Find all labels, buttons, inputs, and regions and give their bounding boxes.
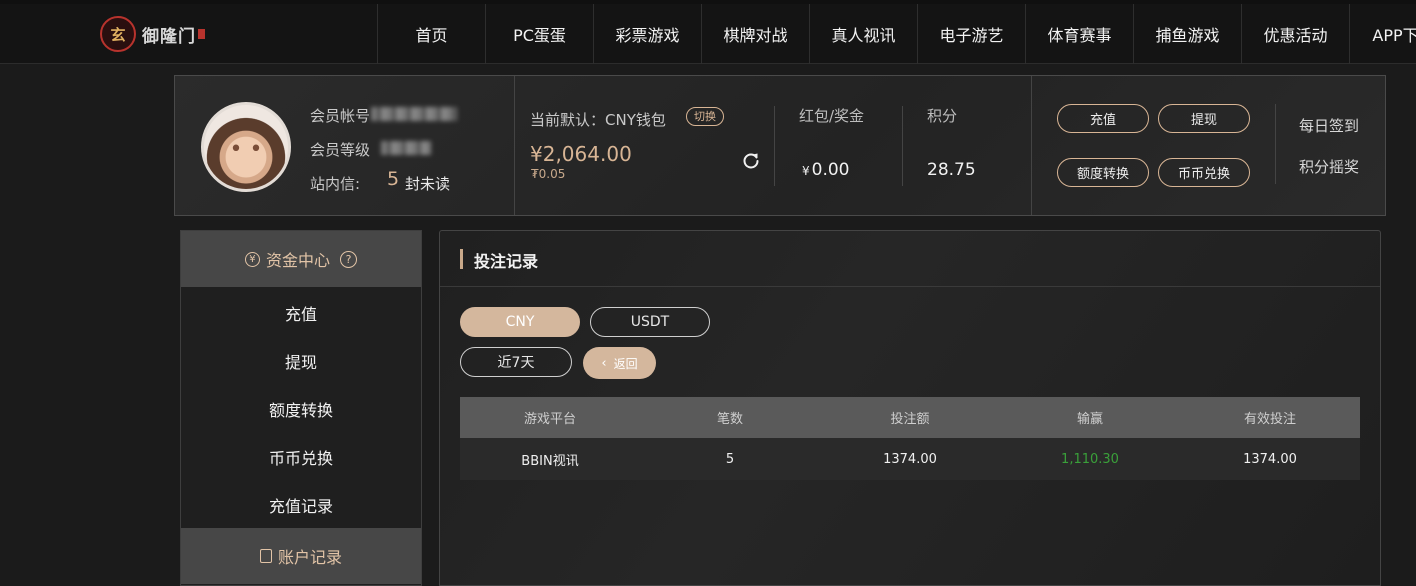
bet-records-panel: 投注记录 CNY USDT 近7天 ‹ 返回 游戏平台 笔数 投注额 输赢 有效… xyxy=(439,230,1381,586)
yen-circle-icon: ¥ xyxy=(244,251,260,267)
points-value: 28.75 xyxy=(927,160,976,180)
divider xyxy=(1275,104,1276,184)
sidebar-item-withdraw[interactable]: 提现 xyxy=(181,349,421,373)
nav-home[interactable]: 首页 xyxy=(377,4,485,64)
nav-lottery[interactable]: 彩票游戏 xyxy=(593,4,701,64)
sidebar-item-transfer[interactable]: 额度转换 xyxy=(181,397,421,421)
logo-seal-icon xyxy=(198,29,205,39)
cell-count: 5 xyxy=(725,451,735,467)
daily-checkin-link[interactable]: 每日签到 xyxy=(1299,115,1359,136)
transfer-button[interactable]: 额度转换 xyxy=(1057,158,1149,187)
cell-valid-bet: 1374.00 xyxy=(1243,451,1297,467)
refresh-icon[interactable] xyxy=(741,150,761,170)
top-navigation-bar: 玄 御隆门 首页 PC蛋蛋 彩票游戏 棋牌对战 真人视讯 电子游艺 体育赛事 捕… xyxy=(0,0,1416,64)
sidebar: ¥ 资金中心 ? 充值 提现 额度转换 币币兑换 充值记录 账户记录 xyxy=(180,230,422,586)
nav-fishing[interactable]: 捕鱼游戏 xyxy=(1133,4,1241,64)
sidebar-fund-center-header[interactable]: ¥ 资金中心 ? xyxy=(181,231,421,287)
nav-card-games[interactable]: 棋牌对战 xyxy=(701,4,809,64)
logo-emblem-icon: 玄 xyxy=(100,16,136,52)
bonus-title: 红包/奖金 xyxy=(799,107,865,125)
deposit-button[interactable]: 充值 xyxy=(1057,104,1149,133)
title-accent-bar xyxy=(460,249,463,269)
withdraw-button[interactable]: 提现 xyxy=(1158,104,1250,133)
tab-cny[interactable]: CNY xyxy=(460,307,580,337)
avatar-face-icon: • • xyxy=(229,136,263,162)
divider xyxy=(774,106,775,186)
exchange-button[interactable]: 币币兑换 xyxy=(1158,158,1250,187)
sidebar-item-deposit[interactable]: 充值 xyxy=(181,301,421,325)
chevron-left-icon: ‹ xyxy=(601,355,607,371)
wallet-balance: ¥2,064.00 xyxy=(530,142,632,166)
logo-name: 御隆门 xyxy=(142,26,196,47)
main-nav: 首页 PC蛋蛋 彩票游戏 棋牌对战 真人视讯 电子游艺 体育赛事 捕鱼游戏 优惠… xyxy=(377,4,1416,64)
divider xyxy=(1031,76,1032,215)
fund-center-label: 资金中心 xyxy=(265,251,330,270)
nav-promotions[interactable]: 优惠活动 xyxy=(1241,4,1349,64)
tab-usdt[interactable]: USDT xyxy=(590,307,710,337)
nav-live-casino[interactable]: 真人视讯 xyxy=(809,4,917,64)
unread-message-unit[interactable]: 封未读 xyxy=(405,173,450,194)
divider xyxy=(514,76,515,215)
header-count: 笔数 xyxy=(716,412,743,427)
period-7days-button[interactable]: 近7天 xyxy=(460,347,572,377)
message-label: 站内信: xyxy=(310,175,361,193)
bonus-currency: ¥ xyxy=(802,164,810,178)
bonus-value: ¥0.00 xyxy=(802,160,850,180)
default-wallet-label: 当前默认：CNY钱包 xyxy=(530,111,666,129)
account-label: 会员帐号 xyxy=(310,107,371,125)
header-valid-bet: 有效投注 xyxy=(1243,412,1296,427)
nav-pc-eggs[interactable]: PC蛋蛋 xyxy=(485,4,593,64)
sidebar-account-records-header[interactable]: 账户记录 xyxy=(181,528,421,584)
nav-slots[interactable]: 电子游艺 xyxy=(917,4,1025,64)
points-lottery-link[interactable]: 积分摇奖 xyxy=(1299,156,1359,177)
points-title: 积分 xyxy=(927,107,958,125)
cell-win-loss: 1,110.30 xyxy=(1061,451,1119,467)
nav-app-download[interactable]: APP下载 xyxy=(1349,4,1416,64)
sidebar-item-exchange[interactable]: 币币兑换 xyxy=(181,445,421,469)
document-icon xyxy=(259,549,272,563)
wallet-sub-balance: ₮0.05 xyxy=(531,167,566,181)
divider xyxy=(440,286,1380,287)
divider xyxy=(902,106,903,186)
sidebar-item-deposit-records[interactable]: 充值记录 xyxy=(181,493,421,517)
avatar[interactable]: • • xyxy=(201,102,291,192)
header-game-platform: 游戏平台 xyxy=(523,412,576,427)
header-bet-amount: 投注额 xyxy=(890,412,930,427)
unread-message-count[interactable]: 5 xyxy=(387,168,399,190)
cell-game-platform: BBIN视讯 xyxy=(521,453,579,469)
bet-records-table: 游戏平台 笔数 投注额 输赢 有效投注 BBIN视讯 5 1374.00 1,1… xyxy=(460,397,1360,480)
bonus-amount: 0.00 xyxy=(811,160,850,180)
level-label: 会员等级 xyxy=(310,141,371,159)
table-row[interactable]: BBIN视讯 5 1374.00 1,110.30 1374.00 xyxy=(460,438,1360,480)
back-button[interactable]: ‹ 返回 xyxy=(583,347,656,379)
header-win-loss: 输赢 xyxy=(1076,412,1103,427)
back-label: 返回 xyxy=(613,356,638,371)
nav-sports[interactable]: 体育赛事 xyxy=(1025,4,1133,64)
account-records-label: 账户记录 xyxy=(277,548,342,567)
account-name-blurred xyxy=(371,107,457,121)
cell-bet-amount: 1374.00 xyxy=(883,451,937,467)
switch-wallet-button[interactable]: 切换 xyxy=(686,107,724,126)
page-title: 投注记录 xyxy=(474,252,539,271)
table-header: 游戏平台 笔数 投注额 输赢 有效投注 xyxy=(460,397,1360,438)
help-icon[interactable]: ? xyxy=(340,250,357,268)
site-logo[interactable]: 玄 御隆门 xyxy=(100,14,205,54)
level-value-blurred xyxy=(381,141,431,155)
member-summary-panel: • • 会员帐号 会员等级 站内信: 5 封未读 当前默认：CNY钱包 切换 ¥… xyxy=(174,75,1386,216)
